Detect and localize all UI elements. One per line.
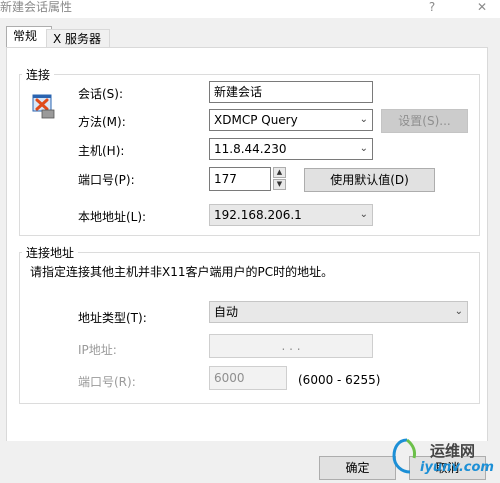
help-button[interactable]: ? [424, 0, 440, 14]
method-select[interactable]: XDMCP Query ⌄ [209, 109, 373, 131]
ip-address-field[interactable]: . . . [209, 334, 373, 358]
session-icon [30, 92, 58, 120]
method-value: XDMCP Query [214, 113, 298, 127]
chevron-down-icon: ⌄ [454, 306, 463, 317]
host-value: 11.8.44.230 [214, 142, 287, 156]
watermark-logo-icon [392, 436, 422, 476]
port-label: 端口号(P): [78, 173, 135, 187]
watermark-domain: iyunv.com [420, 460, 494, 475]
chevron-down-icon: ⌄ [359, 114, 368, 125]
chevron-down-icon: ⌄ [359, 209, 368, 220]
session-field[interactable]: 新建会话 [209, 81, 373, 103]
host-label: 主机(H): [78, 144, 125, 158]
settings-button[interactable]: 设置(S)... [381, 109, 468, 133]
host-combo[interactable]: 11.8.44.230 ⌄ [209, 138, 373, 160]
connect-group-title: 连接 [22, 66, 55, 83]
spin-down-icon[interactable]: ▼ [273, 179, 286, 190]
tab-x-server[interactable]: X 服务器 [46, 29, 110, 48]
address-type-value: 自动 [214, 305, 239, 319]
address-type-select[interactable]: 自动 ⌄ [209, 301, 468, 323]
local-address-value: 192.168.206.1 [214, 208, 302, 222]
address-description: 请指定连接其他主机并非X11客户端用户的PC时的地址。 [30, 265, 334, 279]
ip-address-label: IP地址: [78, 343, 117, 357]
window-title: 新建会话属性 [0, 0, 73, 14]
address-port-label: 端口号(R): [78, 375, 136, 389]
port-field[interactable]: 177 [209, 167, 271, 191]
address-type-label: 地址类型(T): [78, 311, 147, 325]
watermark-text: 运维网 [430, 442, 476, 460]
spin-up-icon[interactable]: ▲ [273, 167, 286, 178]
address-port-field[interactable]: 6000 [209, 366, 287, 390]
ok-button[interactable]: 确定 [319, 456, 396, 480]
chevron-down-icon: ⌄ [359, 143, 368, 154]
use-default-button[interactable]: 使用默认值(D) [304, 168, 435, 192]
local-address-select[interactable]: 192.168.206.1 ⌄ [209, 204, 373, 226]
port-range-label: (6000 - 6255) [298, 373, 381, 387]
method-label: 方法(M): [78, 115, 126, 129]
close-button[interactable]: ✕ [474, 0, 490, 14]
local-address-label: 本地地址(L): [78, 210, 147, 224]
session-label: 会话(S): [78, 87, 124, 101]
address-group-title: 连接地址 [22, 244, 79, 261]
